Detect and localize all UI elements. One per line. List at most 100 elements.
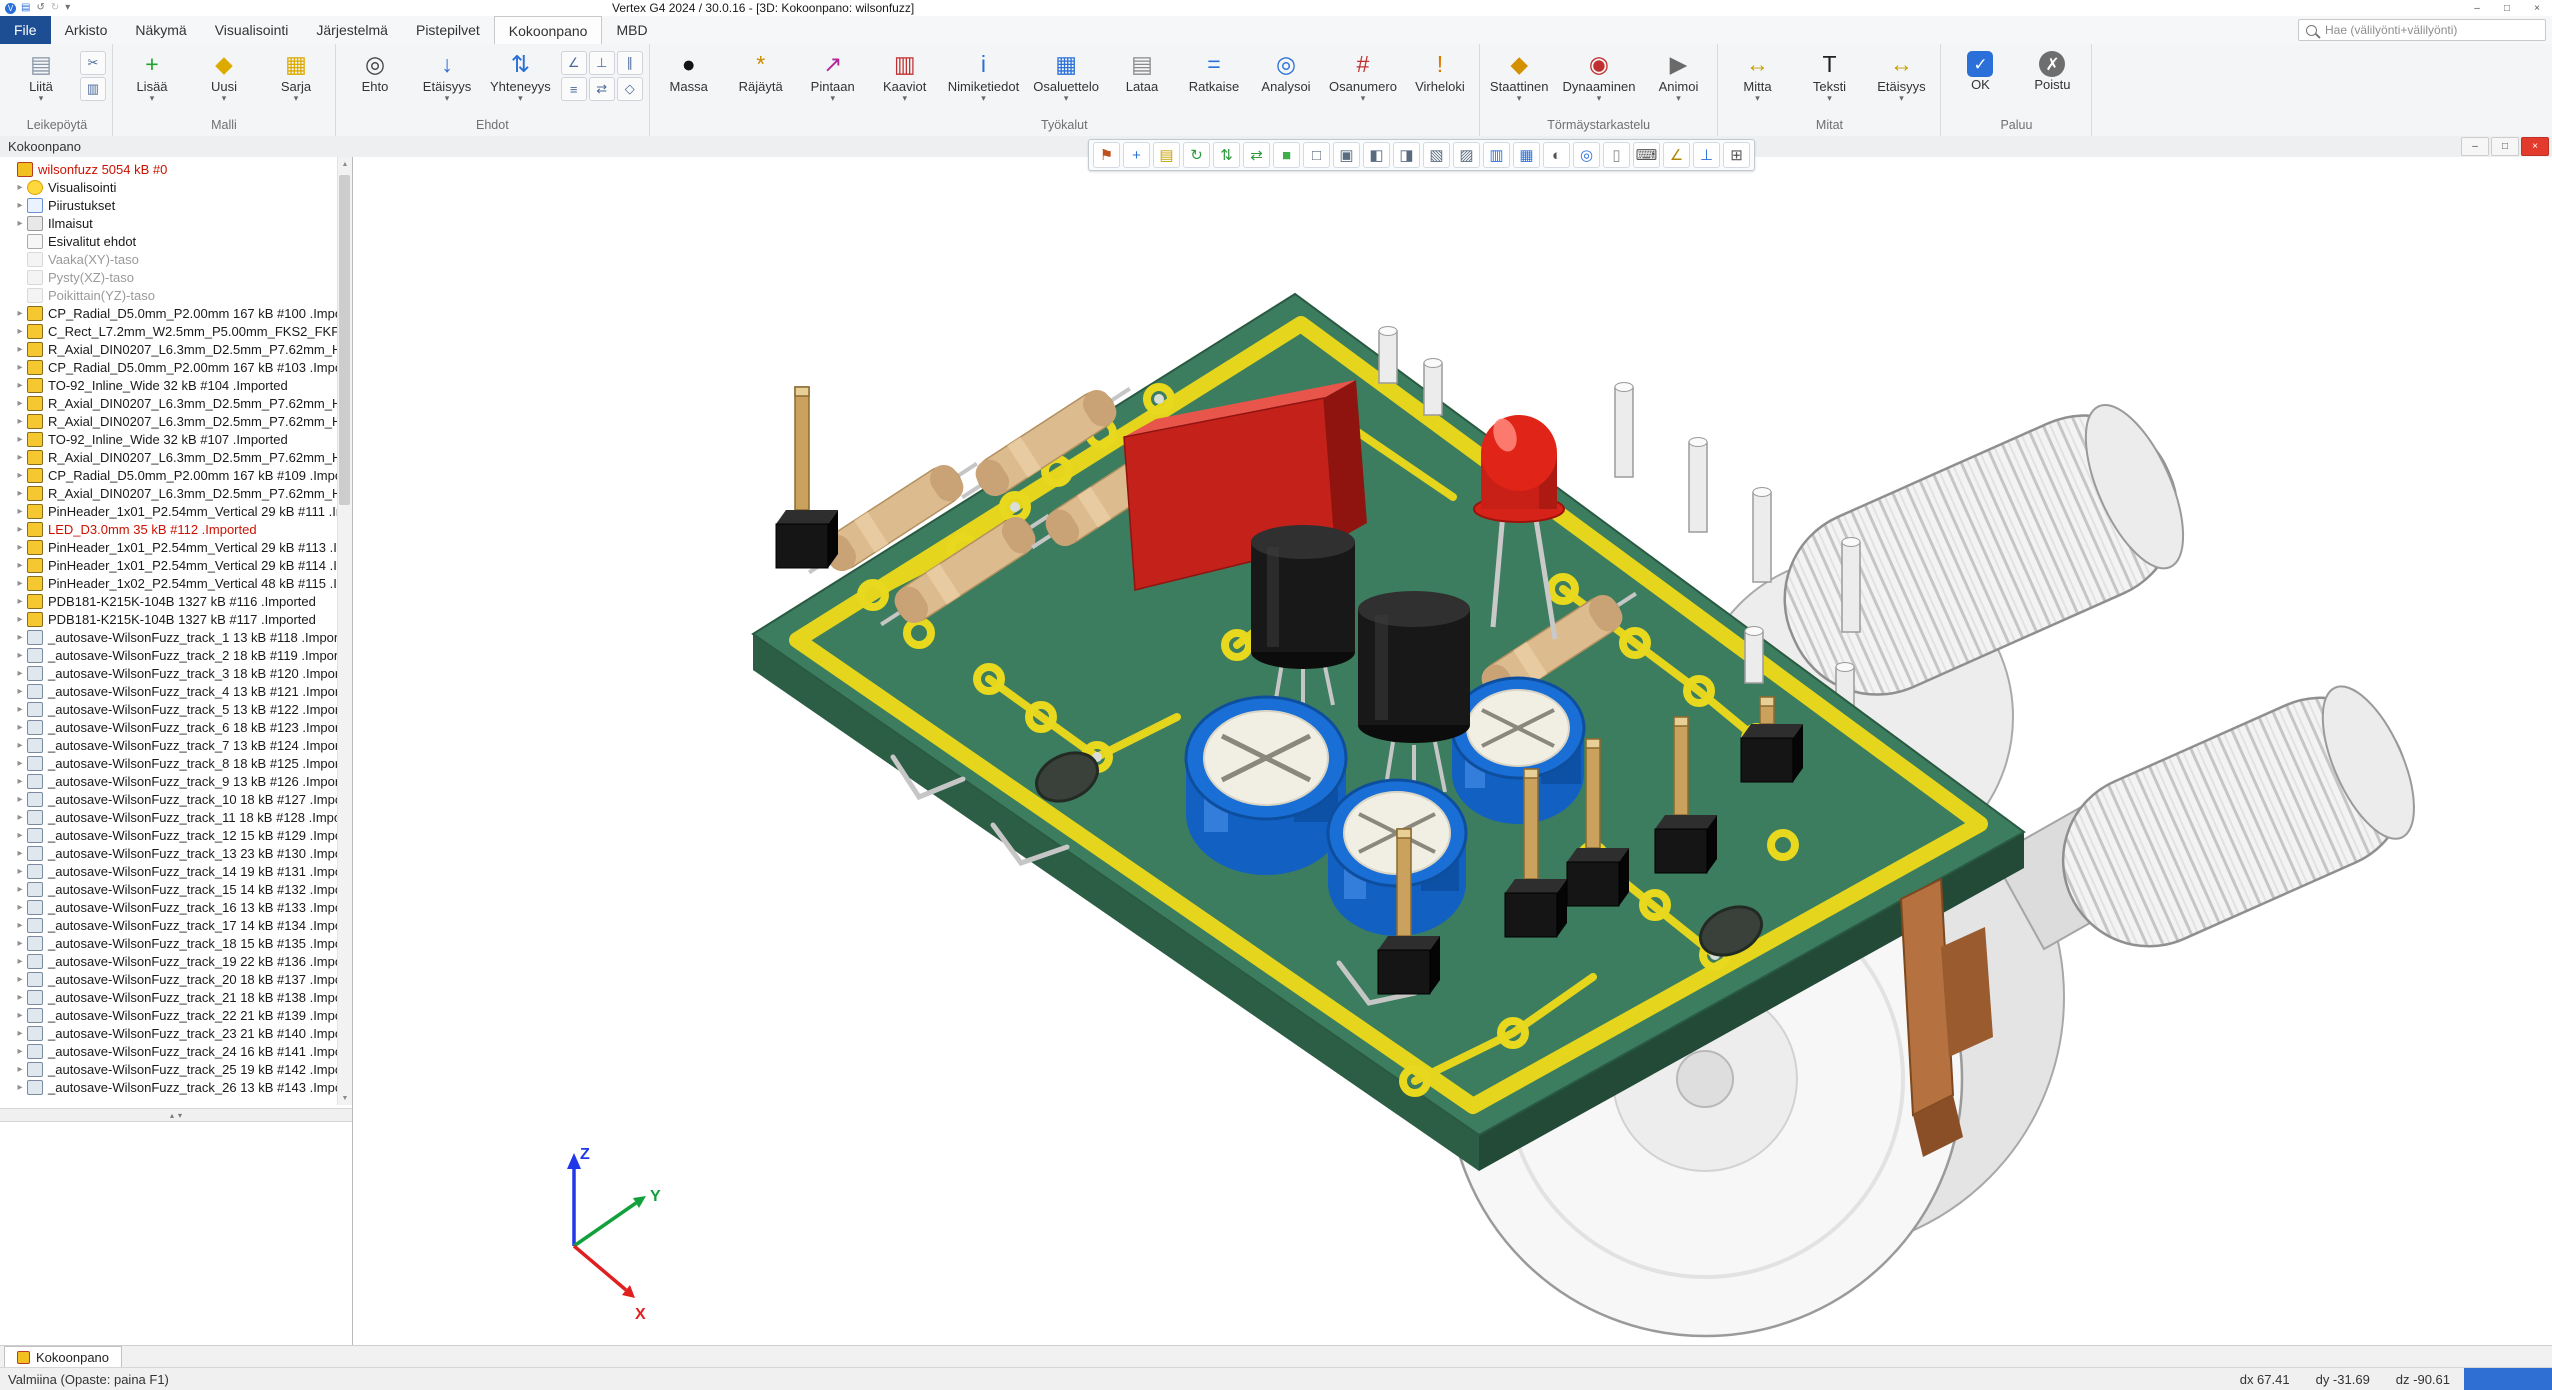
chevron-right-icon[interactable]: ▸: [14, 1046, 26, 1057]
menu-tab-file[interactable]: File: [0, 16, 51, 44]
chevron-right-icon[interactable]: ▸: [14, 848, 26, 859]
measure-angle-icon[interactable]: ∠: [1663, 142, 1690, 168]
tree-item[interactable]: ▸R_Axial_DIN0207_L6.3mm_D2.5mm_P7.62mm_H…: [0, 448, 352, 466]
tree-item[interactable]: ▸Piirustukset: [0, 196, 352, 214]
ribbon-button-yhteneyys[interactable]: ⇅Yhteneyys▾: [483, 47, 558, 104]
chevron-right-icon[interactable]: ▸: [14, 992, 26, 1003]
tree-item[interactable]: Poikittain(YZ)-taso: [0, 286, 352, 304]
doc-minimize-button[interactable]: –: [2461, 137, 2489, 156]
ribbon-button-ehto[interactable]: ◎Ehto: [339, 47, 411, 96]
chevron-right-icon[interactable]: ▸: [14, 218, 26, 229]
ribbon-small-cut-icon[interactable]: ✂: [80, 51, 106, 75]
scroll-up-icon[interactable]: ▲: [338, 157, 352, 171]
tree-item[interactable]: ▸_autosave-WilsonFuzz_track_8 18 kB #125…: [0, 754, 352, 772]
tree-item[interactable]: ▸_autosave-WilsonFuzz_track_18 15 kB #13…: [0, 934, 352, 952]
tree-item[interactable]: ▸R_Axial_DIN0207_L6.3mm_D2.5mm_P7.62mm_H…: [0, 394, 352, 412]
chevron-right-icon[interactable]: ▸: [14, 830, 26, 841]
iso-view-icon[interactable]: ■: [1273, 142, 1300, 168]
tree-item[interactable]: ▸C_Rect_L7.2mm_W2.5mm_P5.00mm_FKS2_FKP2_…: [0, 322, 352, 340]
view-bottom-icon[interactable]: ▨: [1453, 142, 1480, 168]
ribbon-small-copy-icon[interactable]: ▥: [80, 77, 106, 101]
chevron-right-icon[interactable]: ▸: [14, 470, 26, 481]
tree-item[interactable]: ▸_autosave-WilsonFuzz_track_1 13 kB #118…: [0, 628, 352, 646]
tree-item[interactable]: ▸_autosave-WilsonFuzz_track_4 13 kB #121…: [0, 682, 352, 700]
ribbon-button-lis[interactable]: +Lisää▾: [116, 47, 188, 104]
chevron-right-icon[interactable]: ▸: [14, 434, 26, 445]
tree-item[interactable]: ▸_autosave-WilsonFuzz_track_6 18 kB #123…: [0, 718, 352, 736]
tree-item[interactable]: ▸_autosave-WilsonFuzz_track_25 19 kB #14…: [0, 1060, 352, 1078]
tree-item[interactable]: ▸_autosave-WilsonFuzz_track_22 21 kB #13…: [0, 1006, 352, 1024]
chevron-right-icon[interactable]: ▸: [14, 866, 26, 877]
ribbon-small-parallel-icon[interactable]: ∥: [617, 51, 643, 75]
ribbon-button-liit[interactable]: ▤Liitä▾: [5, 47, 77, 104]
menu-tab-visualisointi[interactable]: Visualisointi: [201, 16, 303, 44]
ribbon-small-angle-icon[interactable]: ∠: [561, 51, 587, 75]
annotation-icon[interactable]: ▤: [1153, 142, 1180, 168]
ribbon-small-perpendicular-icon[interactable]: ⊥: [589, 51, 615, 75]
ribbon-button-ratkaise[interactable]: =Ratkaise: [1178, 47, 1250, 96]
tree-item[interactable]: ▸_autosave-WilsonFuzz_track_20 18 kB #13…: [0, 970, 352, 988]
chevron-right-icon[interactable]: ▸: [14, 740, 26, 751]
chevron-right-icon[interactable]: ▸: [14, 326, 26, 337]
chevron-right-icon[interactable]: ▸: [14, 1028, 26, 1039]
tree-item[interactable]: ▸CP_Radial_D5.0mm_P2.00mm 167 kB #109 .I…: [0, 466, 352, 484]
chevron-right-icon[interactable]: ▸: [14, 1064, 26, 1075]
chevron-right-icon[interactable]: ▸: [14, 506, 26, 517]
chevron-right-icon[interactable]: ▸: [14, 380, 26, 391]
ribbon-button-r-j-yt[interactable]: *Räjäytä: [725, 47, 797, 96]
tree-item[interactable]: ▸_autosave-WilsonFuzz_track_2 18 kB #119…: [0, 646, 352, 664]
3d-viewport[interactable]: Z Y X: [353, 157, 2552, 1345]
chevron-right-icon[interactable]: ▸: [14, 1082, 26, 1093]
tree-item[interactable]: ▸Ilmaisut: [0, 214, 352, 232]
scrollbar-thumb[interactable]: [339, 175, 350, 505]
tree-item[interactable]: wilsonfuzz 5054 kB #0: [0, 160, 352, 178]
ribbon-button-teksti[interactable]: TTeksti▾: [1793, 47, 1865, 104]
tree-item[interactable]: Esivalitut ehdot: [0, 232, 352, 250]
chevron-right-icon[interactable]: ▸: [14, 650, 26, 661]
ribbon-button-nimiketiedot[interactable]: iNimiketiedot▾: [941, 47, 1027, 104]
normal-view-icon[interactable]: ⊥: [1693, 142, 1720, 168]
ribbon-button-et-isyys[interactable]: ↔Etäisyys▾: [1865, 47, 1937, 104]
chevron-right-icon[interactable]: ▸: [14, 920, 26, 931]
chevron-right-icon[interactable]: ▸: [14, 596, 26, 607]
zoom-region-icon[interactable]: ◎: [1573, 142, 1600, 168]
doc-close-button[interactable]: ×: [2521, 137, 2549, 156]
maximize-button[interactable]: □: [2492, 0, 2522, 16]
minimize-button[interactable]: –: [2462, 0, 2492, 16]
ribbon-button-dynaaminen[interactable]: ◉Dynaaminen▾: [1555, 47, 1642, 104]
save-icon[interactable]: ▤: [21, 1, 30, 15]
tree-item[interactable]: ▸PDB181-K215K-104B 1327 kB #117 .Importe…: [0, 610, 352, 628]
ribbon-button-osanumero[interactable]: #Osanumero▾: [1322, 47, 1404, 104]
tree-item[interactable]: ▸CP_Radial_D5.0mm_P2.00mm 167 kB #103 .I…: [0, 358, 352, 376]
scroll-down-icon[interactable]: ▼: [338, 1091, 352, 1105]
tree-item[interactable]: ▸_autosave-WilsonFuzz_track_21 18 kB #13…: [0, 988, 352, 1006]
ribbon-button-kaaviot[interactable]: ▥Kaaviot▾: [869, 47, 941, 104]
menu-tab-j-rjestelm[interactable]: Järjestelmä: [302, 16, 402, 44]
orbit-icon[interactable]: ↻: [1183, 142, 1210, 168]
menu-tab-pistepilvet[interactable]: Pistepilvet: [402, 16, 494, 44]
chevron-right-icon[interactable]: ▸: [14, 668, 26, 679]
chevron-right-icon[interactable]: ▸: [14, 344, 26, 355]
view-left-icon[interactable]: ◧: [1363, 142, 1390, 168]
ribbon-button-ok[interactable]: ✓OK: [1944, 47, 2016, 94]
capacitor-c1[interactable]: [1186, 697, 1346, 875]
capacitor-c3[interactable]: [1452, 678, 1584, 824]
tree-item[interactable]: ▸_autosave-WilsonFuzz_track_13 23 kB #13…: [0, 844, 352, 862]
keyboard-icon[interactable]: ⌨: [1633, 142, 1660, 168]
chevron-right-icon[interactable]: ▸: [14, 884, 26, 895]
tree-item[interactable]: ▸_autosave-WilsonFuzz_track_24 16 kB #14…: [0, 1042, 352, 1060]
chevron-right-icon[interactable]: ▸: [14, 524, 26, 535]
tree-item[interactable]: ▸_autosave-WilsonFuzz_track_3 18 kB #120…: [0, 664, 352, 682]
chevron-right-icon[interactable]: ▸: [14, 722, 26, 733]
tree-item[interactable]: ▸_autosave-WilsonFuzz_track_19 22 kB #13…: [0, 952, 352, 970]
view-front-icon[interactable]: □: [1303, 142, 1330, 168]
tree-item[interactable]: ▸PinHeader_1x01_P2.54mm_Vertical 29 kB #…: [0, 502, 352, 520]
chevron-right-icon[interactable]: ▸: [14, 632, 26, 643]
ribbon-button-mitta[interactable]: ↔Mitta▾: [1721, 47, 1793, 104]
chevron-right-icon[interactable]: ▸: [14, 794, 26, 805]
panel-splitter[interactable]: ▴▾: [0, 1108, 352, 1122]
tree-item[interactable]: ▸R_Axial_DIN0207_L6.3mm_D2.5mm_P7.62mm_H…: [0, 412, 352, 430]
ribbon-small-coincident-icon[interactable]: ≡: [561, 77, 587, 101]
tree-item[interactable]: ▸_autosave-WilsonFuzz_track_9 13 kB #126…: [0, 772, 352, 790]
menu-tab-mbd[interactable]: MBD: [602, 16, 661, 44]
